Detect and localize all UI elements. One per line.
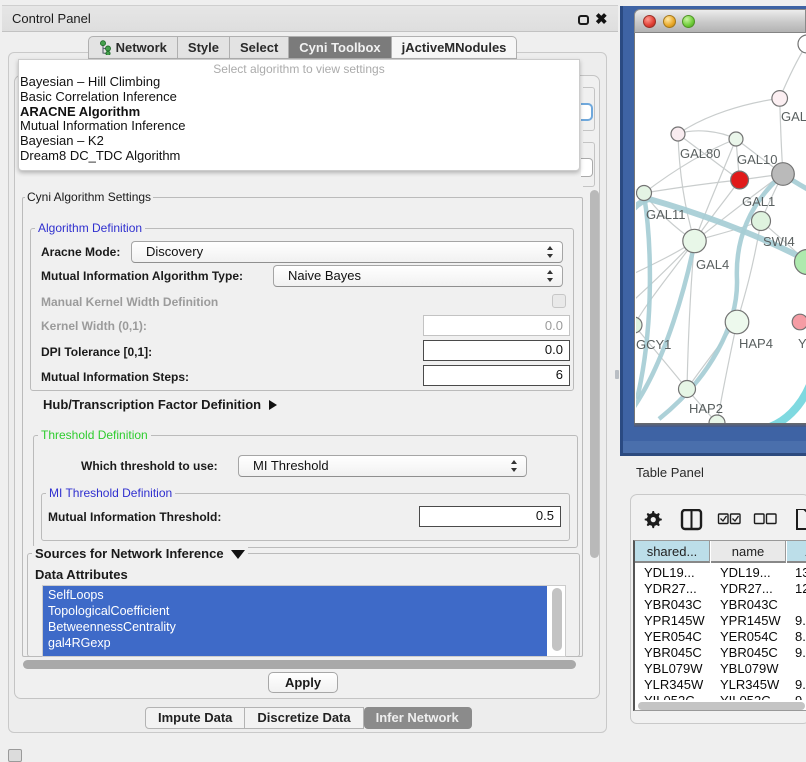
svg-text:GAL11: GAL11 <box>646 207 686 222</box>
svg-text:GAL: GAL <box>781 109 806 124</box>
svg-text:GAL4: GAL4 <box>696 257 729 272</box>
svg-text:Y: Y <box>798 336 806 351</box>
svg-text:GAL1: GAL1 <box>742 194 775 209</box>
svg-text:GAL80: GAL80 <box>680 146 720 161</box>
svg-text:GCY1: GCY1 <box>636 337 671 352</box>
svg-text:GAL10: GAL10 <box>737 152 777 167</box>
svg-text:HAP2: HAP2 <box>689 401 723 416</box>
svg-text:SWI4: SWI4 <box>763 234 795 249</box>
svg-text:HAP4: HAP4 <box>739 336 773 351</box>
